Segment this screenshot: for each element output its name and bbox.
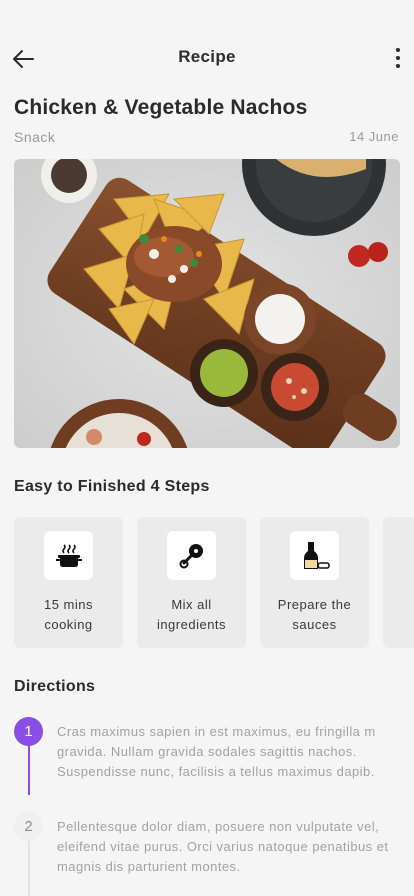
timeline-line bbox=[28, 841, 30, 896]
more-options-button[interactable] bbox=[390, 45, 406, 71]
more-vertical-icon bbox=[396, 48, 400, 52]
steps-section-title: Easy to Finished 4 Steps bbox=[14, 478, 210, 495]
step-label-line2: cooking bbox=[44, 617, 93, 632]
step-card-mix[interactable]: Mix all ingredients bbox=[137, 517, 246, 648]
step-label-line1: Mix all bbox=[171, 597, 212, 612]
recipe-date: 14 June bbox=[349, 129, 399, 144]
step-label-line1: Prepare the bbox=[277, 597, 352, 612]
recipe-title: Chicken & Vegetable Nachos bbox=[14, 96, 308, 119]
step-label-line1: 15 mins bbox=[43, 597, 94, 612]
step-label-line2: sauces bbox=[292, 617, 337, 632]
timeline-line-active bbox=[28, 745, 30, 795]
recipe-photo bbox=[14, 159, 400, 448]
step-card-sauces[interactable]: Prepare the sauces bbox=[260, 517, 369, 648]
direction-step-number-2[interactable]: 2 bbox=[14, 812, 43, 841]
page-title: Recipe bbox=[178, 47, 236, 66]
direction-step-text-2: Pellentesque dolor diam, posuere non vul… bbox=[57, 819, 389, 874]
step-card-next[interactable] bbox=[383, 517, 414, 648]
direction-step-number-1[interactable]: 1 bbox=[14, 717, 43, 746]
sauce-bottle-icon bbox=[303, 541, 330, 569]
mixing-spoon-icon bbox=[179, 543, 203, 568]
cooking-pot-icon bbox=[55, 543, 82, 567]
directions-title: Directions bbox=[14, 678, 96, 695]
steps-carousel[interactable]: 15 mins cooking Mix all ingredients Prep… bbox=[14, 517, 414, 648]
step-card-cooking[interactable]: 15 mins cooking bbox=[14, 517, 123, 648]
recipe-category: Snack bbox=[14, 129, 56, 145]
step-label-line2: ingredients bbox=[156, 617, 227, 632]
direction-step-text-1: Cras maximus sapien in est maximus, eu f… bbox=[57, 724, 376, 779]
